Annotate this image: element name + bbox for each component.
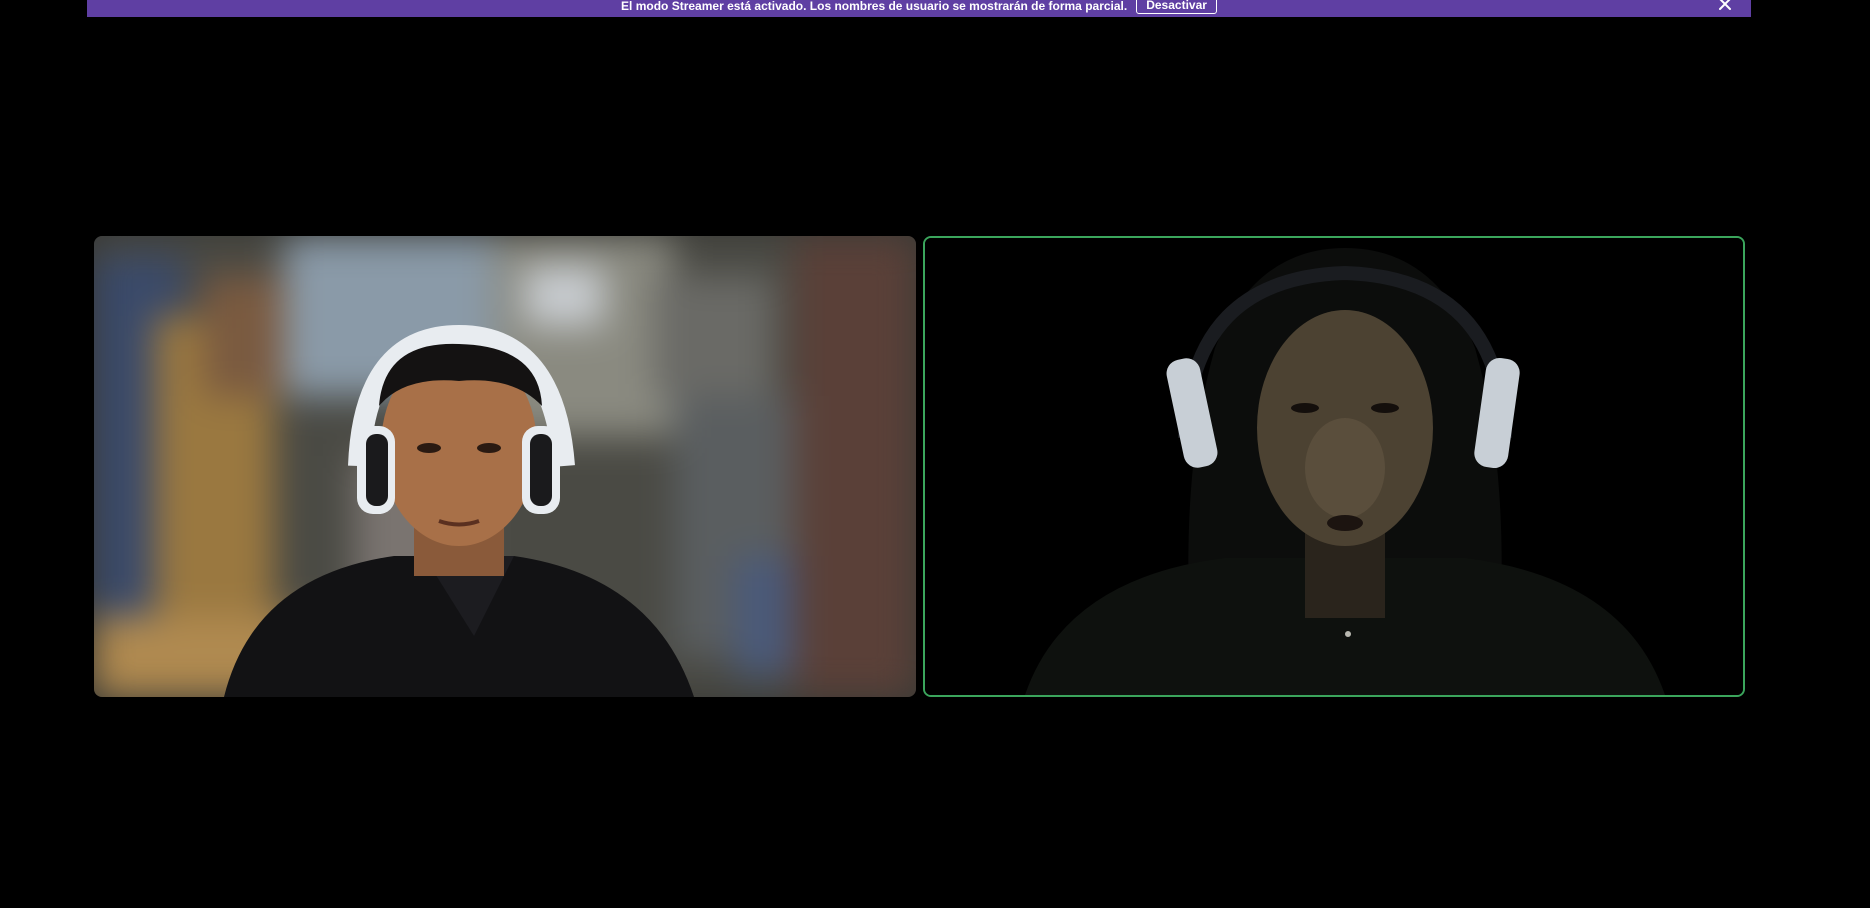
close-icon[interactable]	[1717, 0, 1733, 12]
streamer-mode-banner: El modo Streamer está activado. Los nomb…	[87, 0, 1751, 17]
video-tile-left[interactable]	[94, 236, 916, 697]
streamer-mode-message: El modo Streamer está activado. Los nomb…	[621, 0, 1128, 13]
participant-video	[925, 238, 1743, 695]
video-tile-right[interactable]	[923, 236, 1745, 697]
disable-streamer-mode-button[interactable]: Desactivar	[1136, 0, 1217, 14]
call-view: El modo Streamer está activado. Los nomb…	[0, 0, 1870, 908]
participant-video	[94, 236, 916, 697]
